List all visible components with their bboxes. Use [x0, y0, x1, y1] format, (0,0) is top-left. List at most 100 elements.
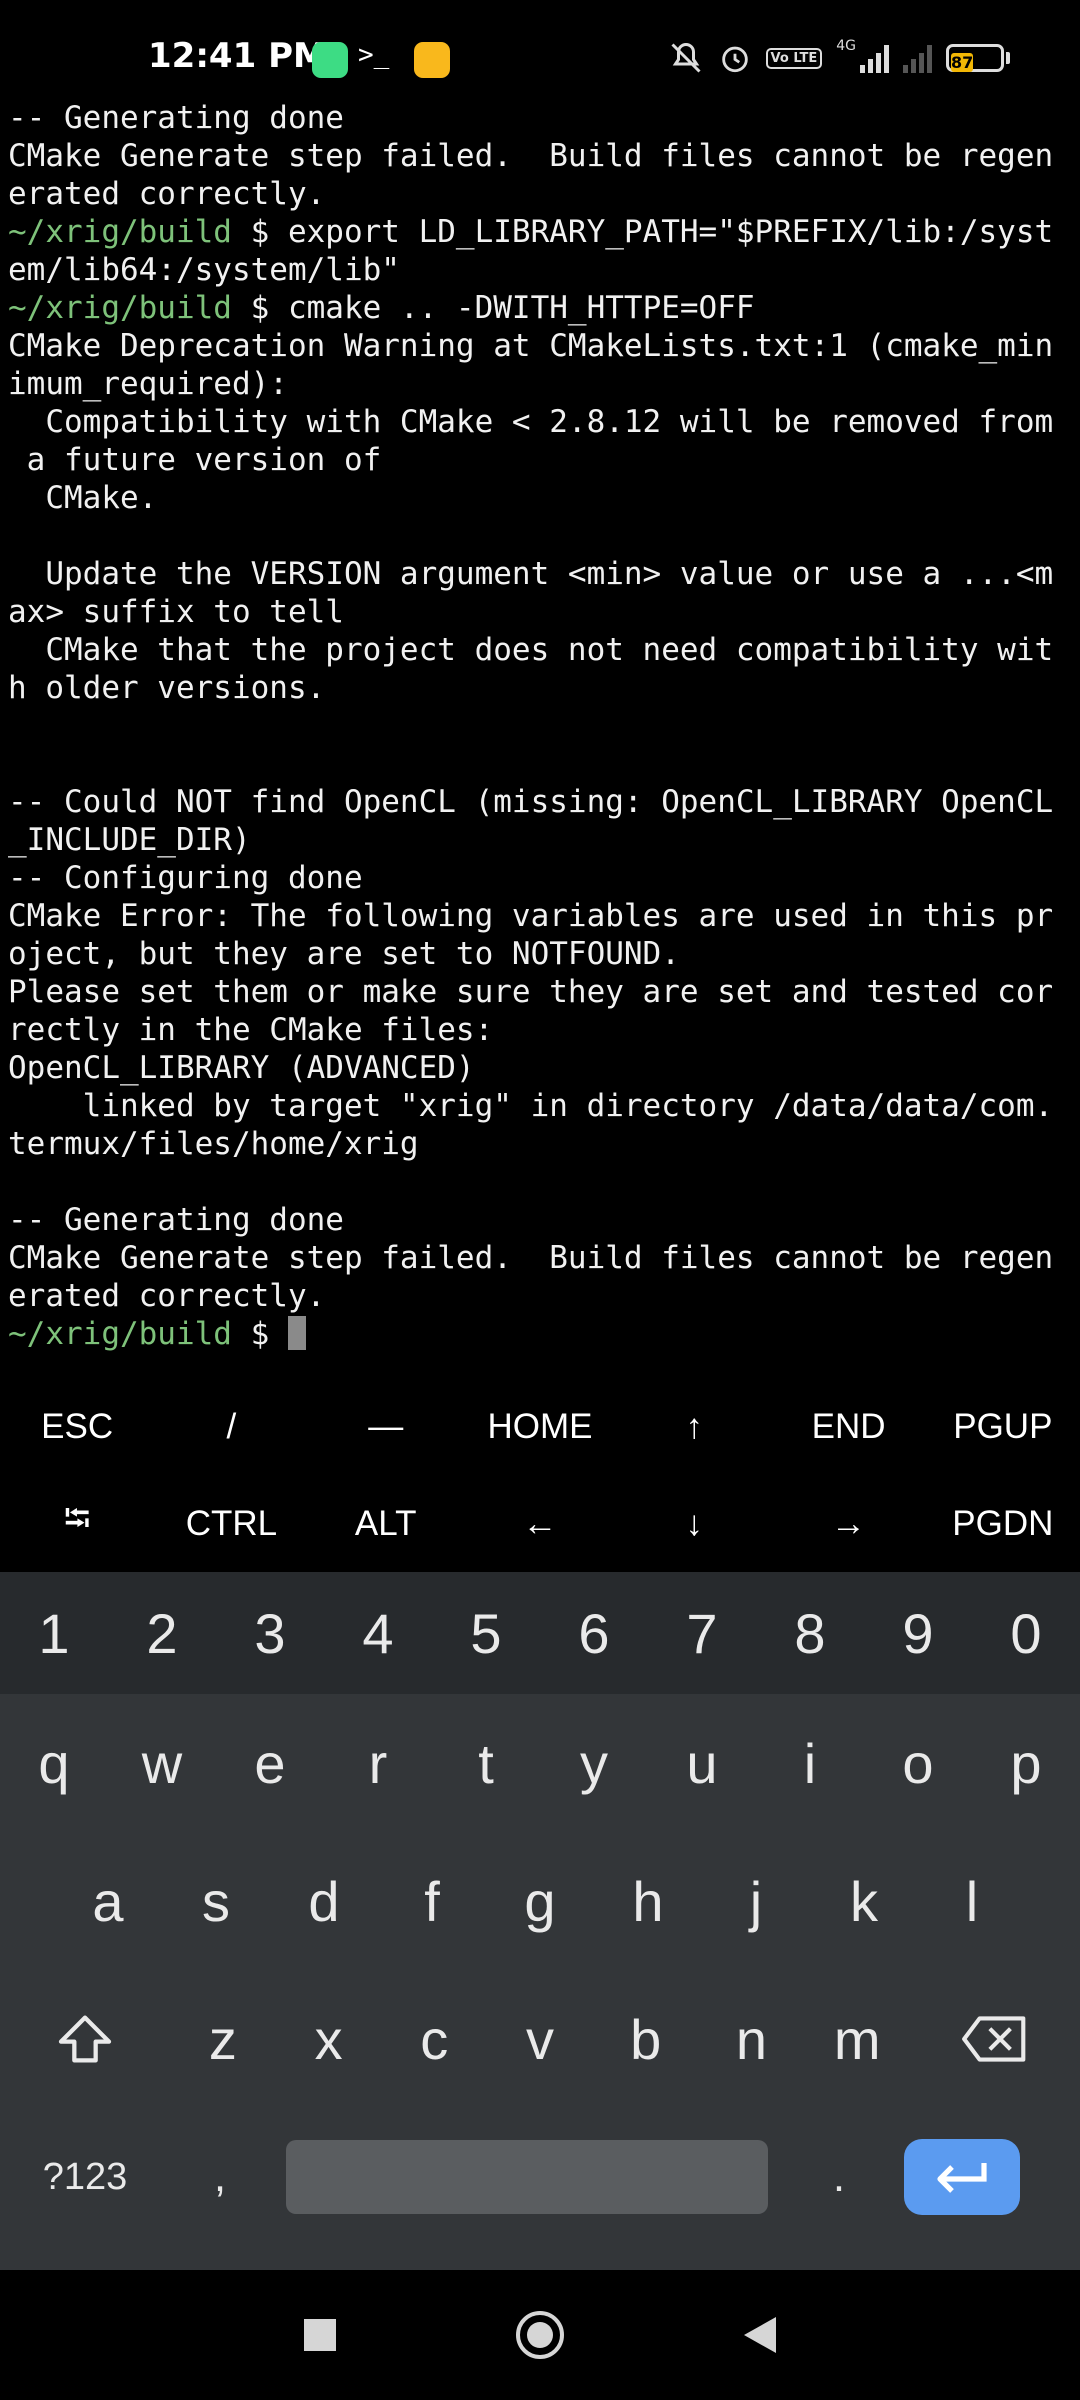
terminal-line: erated correctly.: [8, 1277, 1074, 1315]
terminal-line: -- Generating done: [8, 99, 1074, 137]
letter-key[interactable]: e: [216, 1694, 324, 1832]
letter-key[interactable]: o: [864, 1694, 972, 1832]
android-icon: [312, 42, 348, 78]
current-command-line[interactable]: ~/xrig/build $: [8, 1315, 1074, 1353]
extra-key[interactable]: →: [771, 1475, 925, 1572]
symbols-key[interactable]: ?123: [0, 2108, 170, 2246]
backspace-key[interactable]: [910, 1970, 1080, 2108]
number-key[interactable]: 2: [108, 1572, 216, 1694]
letter-key[interactable]: r: [324, 1694, 432, 1832]
terminal-text: h older versions.: [8, 670, 326, 706]
soft-keyboard: 1234567890 qwertyuiop asdfghjkl zxcvbnm …: [0, 1572, 1080, 2270]
terminal-line: CMake Generate step failed. Build files …: [8, 137, 1074, 175]
number-key[interactable]: 3: [216, 1572, 324, 1694]
letter-key[interactable]: j: [702, 1832, 810, 1970]
letter-key[interactable]: z: [170, 1970, 276, 2108]
terminal-line: CMake Generate step failed. Build files …: [8, 1239, 1074, 1277]
extra-key[interactable]: END: [771, 1378, 925, 1475]
extra-key[interactable]: ESC: [0, 1378, 154, 1475]
extra-key[interactable]: —: [309, 1378, 463, 1475]
extra-keys-row-2: ⭾ CTRL ALT ← ↓ → PGDN: [0, 1475, 1080, 1572]
terminal-text: erated correctly.: [8, 1278, 326, 1314]
letter-key[interactable]: w: [108, 1694, 216, 1832]
terminal-text: oject, but they are set to NOTFOUND.: [8, 936, 680, 972]
extra-key[interactable]: PGDN: [926, 1475, 1080, 1572]
number-key[interactable]: 8: [756, 1572, 864, 1694]
letter-key[interactable]: g: [486, 1832, 594, 1970]
extra-key[interactable]: ⭾: [0, 1475, 154, 1572]
terminal-line: a future version of: [8, 441, 1074, 479]
battery-level: 87: [951, 53, 974, 72]
letter-key[interactable]: n: [699, 1970, 805, 2108]
terminal-line: -- Generating done: [8, 1201, 1074, 1239]
extra-key[interactable]: ↑: [617, 1378, 771, 1475]
recents-icon[interactable]: [304, 2319, 336, 2351]
shift-key[interactable]: [0, 1970, 170, 2108]
letter-key[interactable]: m: [804, 1970, 910, 2108]
extra-key[interactable]: ↓: [617, 1475, 771, 1572]
backspace-icon: [962, 2016, 1026, 2062]
terminal-text: erated correctly.: [8, 176, 326, 212]
terminal-text: _INCLUDE_DIR): [8, 822, 251, 858]
letter-key[interactable]: i: [756, 1694, 864, 1832]
letter-key[interactable]: t: [432, 1694, 540, 1832]
letter-key[interactable]: p: [972, 1694, 1080, 1832]
battery-icon: 87: [946, 44, 1010, 72]
letter-row-1: qwertyuiop: [0, 1694, 1080, 1832]
number-key[interactable]: 9: [864, 1572, 972, 1694]
status-bar: 12:41 PM >_ Vo LTE 4G 87: [0, 0, 1080, 110]
extra-key[interactable]: HOME: [463, 1378, 617, 1475]
letter-row-2: asdfghjkl: [0, 1832, 1080, 1970]
number-key[interactable]: 5: [432, 1572, 540, 1694]
letter-key[interactable]: v: [487, 1970, 593, 2108]
number-key[interactable]: 4: [324, 1572, 432, 1694]
letter-key[interactable]: u: [648, 1694, 756, 1832]
extra-key[interactable]: /: [154, 1378, 308, 1475]
letter-key[interactable]: c: [381, 1970, 487, 2108]
number-key[interactable]: 6: [540, 1572, 648, 1694]
terminal-line: Please set them or make sure they are se…: [8, 973, 1074, 1011]
terminal-text: CMake Error: The following variables are…: [8, 898, 1054, 934]
terminal-line: CMake Error: The following variables are…: [8, 897, 1074, 935]
letter-key[interactable]: q: [0, 1694, 108, 1832]
letter-key[interactable]: s: [162, 1832, 270, 1970]
letter-key[interactable]: k: [810, 1832, 918, 1970]
letter-key[interactable]: y: [540, 1694, 648, 1832]
terminal-text: a future version of: [8, 442, 382, 478]
letter-key[interactable]: d: [270, 1832, 378, 1970]
number-key[interactable]: 1: [0, 1572, 108, 1694]
extra-key[interactable]: PGUP: [926, 1378, 1080, 1475]
number-key[interactable]: 7: [648, 1572, 756, 1694]
letter-key[interactable]: x: [276, 1970, 382, 2108]
alarm-icon: [721, 46, 748, 73]
extra-key[interactable]: ←: [463, 1475, 617, 1572]
shell-prompt: ~/xrig/build: [8, 214, 232, 250]
letter-key[interactable]: h: [594, 1832, 702, 1970]
period-key[interactable]: .: [784, 2108, 894, 2246]
terminal-text: $ cmake .. -DWITH_HTTPE=OFF: [231, 290, 755, 326]
letter-key[interactable]: f: [378, 1832, 486, 1970]
extra-key[interactable]: ALT: [309, 1475, 463, 1572]
terminal-line: ax> suffix to tell: [8, 593, 1074, 631]
terminal-line: -- Could NOT find OpenCL (missing: OpenC…: [8, 783, 1074, 821]
terminal-text: -- Could NOT find OpenCL (missing: OpenC…: [8, 784, 1054, 820]
prompt-suffix: $: [231, 1316, 288, 1352]
home-icon[interactable]: [516, 2311, 564, 2359]
letter-key[interactable]: a: [54, 1832, 162, 1970]
back-icon[interactable]: [744, 2317, 776, 2353]
terminal-line: erated correctly.: [8, 175, 1074, 213]
comma-key[interactable]: ,: [170, 2108, 270, 2246]
letter-key[interactable]: b: [593, 1970, 699, 2108]
terminal-text: Update the VERSION argument <min> value …: [8, 556, 1054, 592]
extra-key[interactable]: CTRL: [154, 1475, 308, 1572]
shell-prompt: ~/xrig/build: [8, 1316, 232, 1352]
terminal-text: em/lib64:/system/lib": [8, 252, 400, 288]
terminal-text: CMake.: [8, 480, 158, 516]
letter-key[interactable]: l: [918, 1832, 1026, 1970]
enter-key[interactable]: [904, 2139, 1020, 2215]
bottom-row: ?123 , .: [0, 2108, 1080, 2246]
terminal-text: -- Configuring done: [8, 860, 363, 896]
terminal-output[interactable]: -- Generating done CMake Generate step fa…: [8, 99, 1074, 1359]
space-bar[interactable]: [286, 2140, 768, 2214]
number-key[interactable]: 0: [972, 1572, 1080, 1694]
